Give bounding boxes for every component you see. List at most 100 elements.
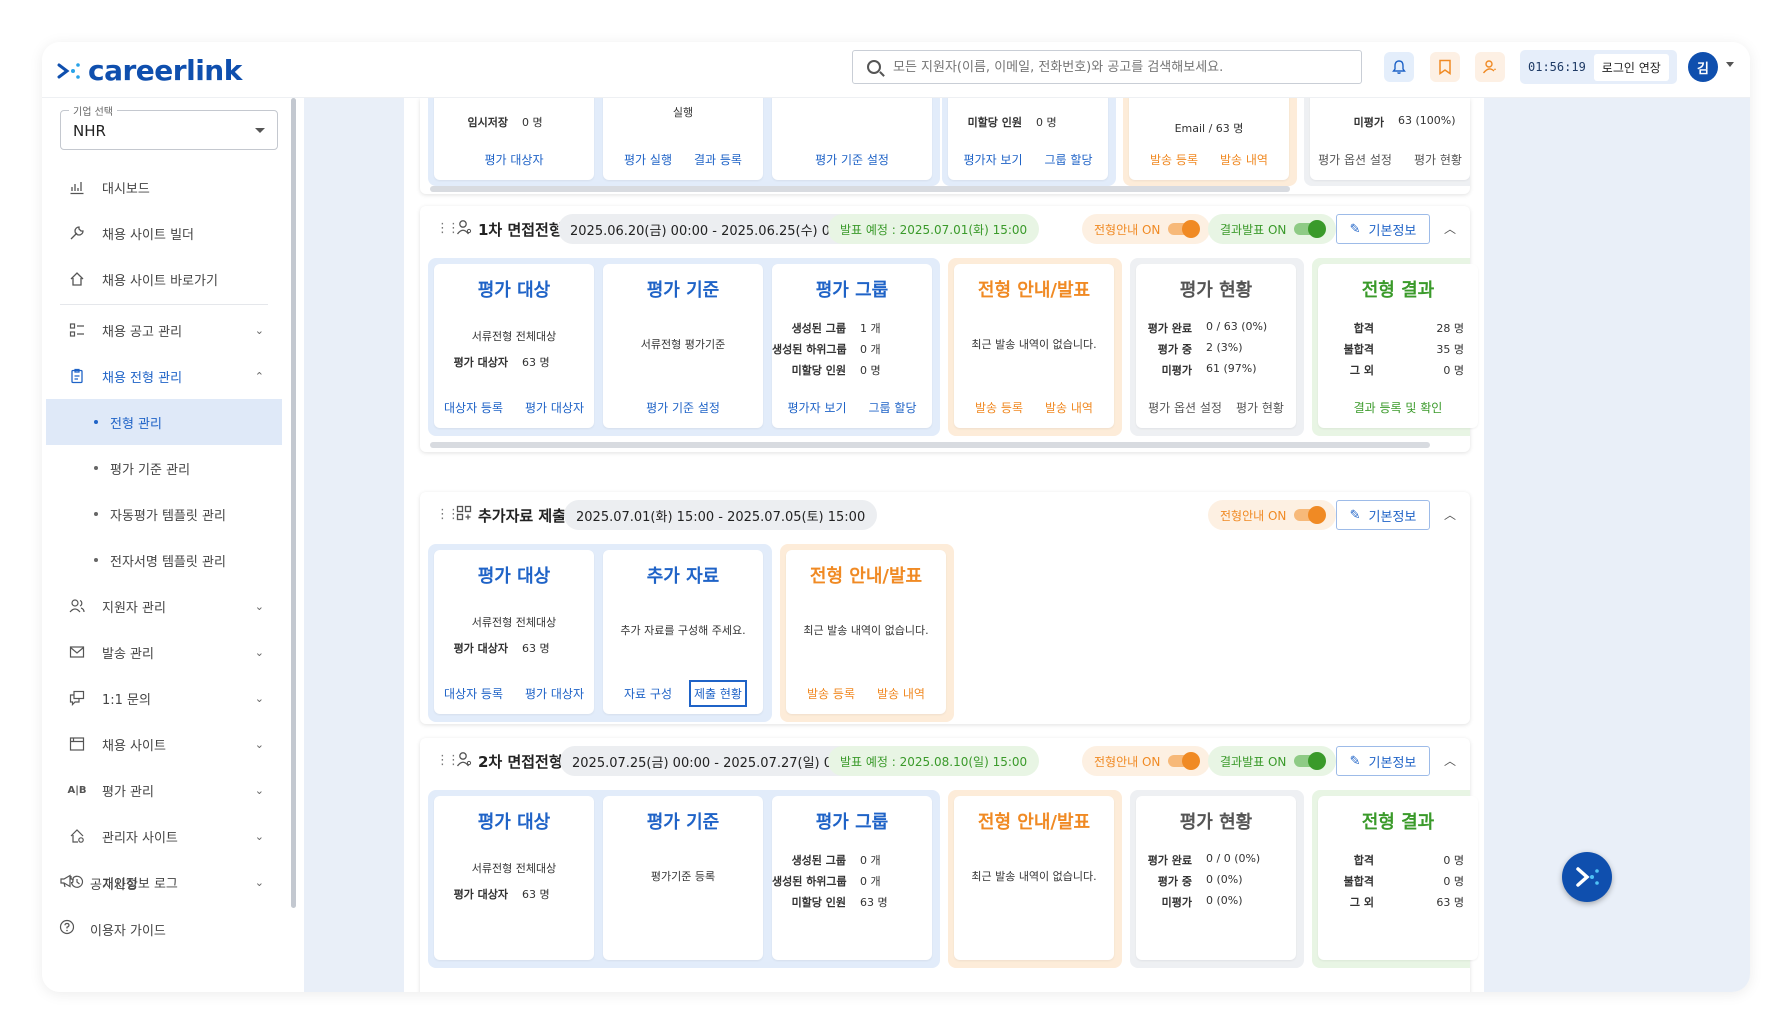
sidebar-item-admin-site[interactable]: 관리자 사이트 ⌄ bbox=[42, 813, 282, 859]
corp-select[interactable]: 기업 선택 NHR bbox=[60, 103, 278, 150]
sidebar-subitem-criteria[interactable]: 평가 기준 관리 bbox=[42, 445, 282, 491]
send-register-link[interactable]: 발송 등록 bbox=[1150, 151, 1198, 168]
chevron-up-icon[interactable]: ︿ bbox=[1444, 220, 1456, 237]
status-group-previous: 미평가 63 (100%) 평가 옵션 설정 평가 현황 bbox=[1304, 98, 1470, 186]
timer-value: 01:56:19 bbox=[1528, 60, 1586, 74]
sidebar-item-site-builder[interactable]: 채용 사이트 빌더 bbox=[42, 210, 282, 256]
send-register-link[interactable]: 발송 등록 bbox=[975, 399, 1023, 416]
row-value: 0 (0%) bbox=[1206, 894, 1243, 907]
drag-handle-icon[interactable]: ⋮⋮ bbox=[436, 221, 460, 236]
criteria-setting-link[interactable]: 평가 기준 설정 bbox=[646, 399, 720, 416]
chat-support-button[interactable] bbox=[1562, 852, 1612, 902]
sidebar-subitem-stage[interactable]: 전형 관리 bbox=[46, 399, 282, 445]
chevron-down-icon: ⌄ bbox=[254, 829, 264, 843]
global-search[interactable] bbox=[852, 50, 1362, 84]
row-value: 63 (100%) bbox=[1398, 114, 1456, 127]
horizontal-scrollbar[interactable] bbox=[430, 186, 1290, 192]
guide-toggle[interactable]: 전형안내 ON bbox=[1208, 500, 1337, 530]
send-register-link[interactable]: 발송 등록 bbox=[807, 685, 855, 702]
toggle-switch[interactable] bbox=[1294, 752, 1327, 770]
toggle-switch[interactable] bbox=[1168, 220, 1201, 238]
card-title: 평가 기준 bbox=[646, 280, 720, 301]
eval-option-link[interactable]: 평가 옵션 설정 bbox=[1318, 151, 1392, 168]
result-toggle[interactable]: 결과발표 ON bbox=[1208, 214, 1337, 244]
row-value: 28 명 bbox=[1436, 322, 1464, 335]
sidebar-scrollbar[interactable] bbox=[291, 98, 296, 908]
chevron-up-icon: ⌃ bbox=[254, 369, 264, 383]
sidebar-item-site-shortcut[interactable]: 채용 사이트 바로가기 bbox=[42, 256, 282, 302]
logo[interactable]: careerlink bbox=[56, 54, 242, 87]
submission-status-link[interactable]: 제출 현황 bbox=[689, 680, 747, 707]
send-history-link[interactable]: 발송 내역 bbox=[1220, 151, 1268, 168]
sidebar-item-label: 채용 사이트 bbox=[102, 738, 166, 754]
eval-option-link[interactable]: 평가 옵션 설정 bbox=[1148, 399, 1222, 416]
basic-info-button[interactable]: ✎ 기본정보 bbox=[1336, 500, 1430, 530]
sidebar-item-label: 평가 관리 bbox=[102, 784, 154, 800]
view-evaluators-link[interactable]: 평가자 보기 bbox=[788, 399, 847, 416]
drag-handle-icon[interactable]: ⋮⋮ bbox=[436, 507, 460, 522]
result-toggle[interactable]: 결과발표 ON bbox=[1208, 746, 1337, 776]
sidebar-item-career-site[interactable]: 채용 사이트 ⌄ bbox=[42, 721, 282, 767]
result-confirm-link[interactable]: 결과 등록 및 확인 bbox=[1354, 399, 1443, 416]
sidebar-divider bbox=[60, 304, 268, 305]
bell-icon[interactable] bbox=[1384, 52, 1414, 82]
row-key: 합격 bbox=[1353, 854, 1374, 867]
criteria-setting-link[interactable]: 평가 기준 설정 bbox=[815, 151, 889, 168]
basic-info-button[interactable]: ✎ 기본정보 bbox=[1336, 214, 1430, 244]
sidebar-item-stage-management[interactable]: 채용 전형 관리 ⌃ bbox=[42, 353, 282, 399]
card-row: 평가 완료 0 / 0 (0%) bbox=[1136, 852, 1296, 868]
basic-info-button[interactable]: ✎ 기본정보 bbox=[1336, 746, 1430, 776]
toggle-switch[interactable] bbox=[1294, 506, 1327, 524]
eval-target-link[interactable]: 평가 대상자 bbox=[525, 399, 584, 416]
assign-group-link[interactable]: 그룹 할당 bbox=[1045, 151, 1093, 168]
sidebar-item-label: 대시보드 bbox=[102, 181, 150, 197]
sidebar-item-inquiry[interactable]: 1:1 문의 ⌄ bbox=[42, 675, 282, 721]
run-eval-link[interactable]: 평가 실행 bbox=[624, 151, 672, 168]
chat-icon bbox=[68, 689, 86, 707]
eval-target-link[interactable]: 평가 대상자 bbox=[525, 685, 584, 702]
logo-mark-icon bbox=[57, 62, 80, 79]
sidebar-item-applicants[interactable]: 지원자 관리 ⌄ bbox=[42, 583, 282, 629]
card-links: 평가 실행 결과 등록 bbox=[603, 151, 763, 168]
announce-date: 발표 예정 : 2025.08.10(일) 15:00 bbox=[828, 746, 1040, 776]
sidebar-item-label: 채용 공고 관리 bbox=[102, 324, 183, 340]
sidebar-item-sending[interactable]: 발송 관리 ⌄ bbox=[42, 629, 282, 675]
assign-group-link[interactable]: 그룹 할당 bbox=[869, 399, 917, 416]
row-value: 0 명 bbox=[1443, 854, 1464, 867]
notice-link[interactable]: 공지사항 bbox=[42, 860, 282, 906]
eval-status-link[interactable]: 평가 현황 bbox=[1236, 399, 1284, 416]
user-guide-link[interactable]: 이용자 가이드 bbox=[42, 906, 282, 952]
chevron-down-icon[interactable] bbox=[1726, 62, 1734, 67]
horizontal-scrollbar[interactable] bbox=[430, 442, 1430, 448]
eval-target-link[interactable]: 평가 대상자 bbox=[484, 151, 543, 168]
compose-docs-link[interactable]: 자료 구성 bbox=[624, 685, 672, 702]
sidebar-subitem-auto-template[interactable]: 자동평가 템플릿 관리 bbox=[42, 491, 282, 537]
guide-toggle[interactable]: 전형안내 ON bbox=[1082, 746, 1211, 776]
sidebar-item-dashboard[interactable]: 대시보드 bbox=[42, 164, 282, 210]
sidebar-subitem-esign-template[interactable]: 전자서명 템플릿 관리 bbox=[42, 537, 282, 583]
register-result-link[interactable]: 결과 등록 bbox=[694, 151, 742, 168]
toggle-switch[interactable] bbox=[1294, 220, 1327, 238]
search-input[interactable] bbox=[893, 59, 1333, 75]
guide-toggle[interactable]: 전형안내 ON bbox=[1082, 214, 1211, 244]
register-target-link[interactable]: 대상자 등록 bbox=[444, 399, 503, 416]
chevron-up-icon[interactable]: ︿ bbox=[1444, 752, 1456, 769]
drag-handle-icon[interactable]: ⋮⋮ bbox=[436, 753, 460, 768]
view-evaluators-link[interactable]: 평가자 보기 bbox=[964, 151, 1023, 168]
person-star-icon[interactable] bbox=[1475, 52, 1505, 82]
chevron-up-icon[interactable]: ︿ bbox=[1444, 506, 1456, 523]
row-key: 미할당 인원 bbox=[967, 116, 1022, 129]
sidebar-item-evaluation[interactable]: A|B 평가 관리 ⌄ bbox=[42, 767, 282, 813]
guide-toggle-label: 전형안내 ON bbox=[1094, 222, 1161, 237]
register-target-link[interactable]: 대상자 등록 bbox=[444, 685, 503, 702]
avatar[interactable]: 김 bbox=[1688, 52, 1718, 82]
send-history-link[interactable]: 발송 내역 bbox=[877, 685, 925, 702]
extend-login-button[interactable]: 로그인 연장 bbox=[1593, 53, 1669, 81]
bookmark-icon[interactable] bbox=[1430, 52, 1460, 82]
eval-status-link[interactable]: 평가 현황 bbox=[1414, 151, 1462, 168]
home-icon bbox=[68, 270, 86, 288]
toggle-switch[interactable] bbox=[1168, 752, 1201, 770]
card-group: 미할당 인원 0 명 평가자 보기 그룹 할당 bbox=[948, 98, 1108, 180]
sidebar-item-job-posts[interactable]: 채용 공고 관리 ⌄ bbox=[42, 307, 282, 353]
send-history-link[interactable]: 발송 내역 bbox=[1045, 399, 1093, 416]
